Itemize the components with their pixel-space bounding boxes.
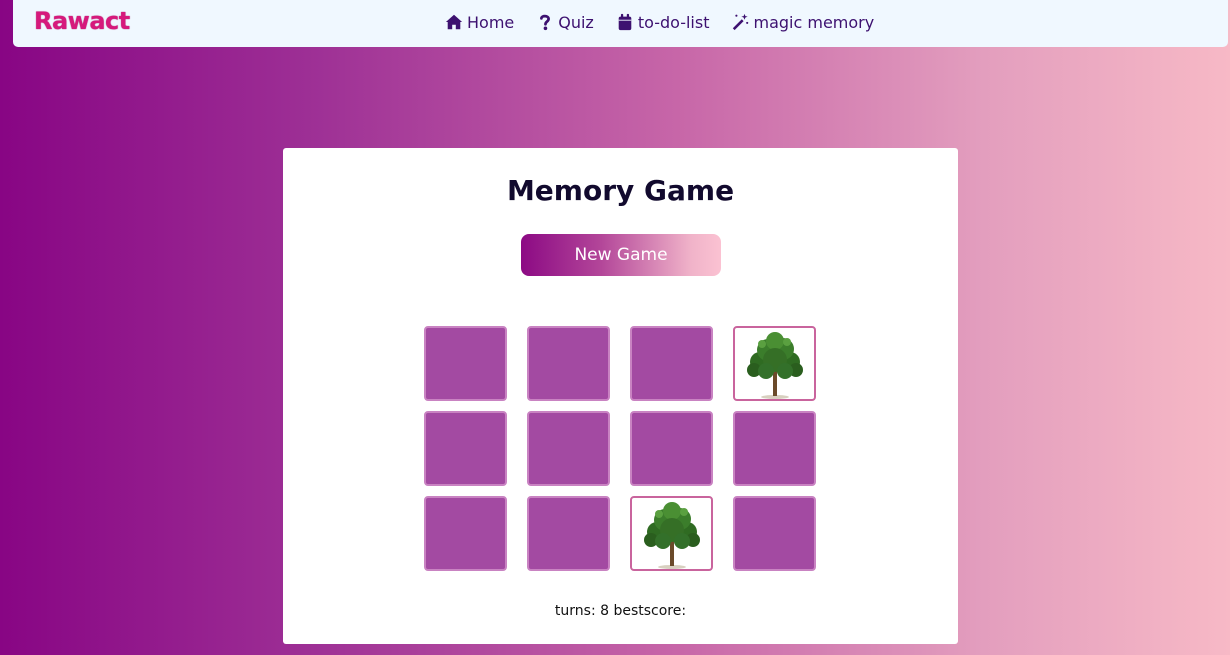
memory-card[interactable] (527, 326, 610, 401)
memory-card[interactable] (630, 411, 713, 486)
memory-card[interactable] (630, 326, 713, 401)
tree-icon (747, 332, 803, 399)
memory-game-card: Memory Game New Game turns: 8 bestscore: (283, 148, 958, 644)
nav-link-quiz[interactable]: Quiz (536, 10, 594, 34)
page-title: Memory Game (506, 174, 735, 207)
memory-card[interactable] (424, 411, 507, 486)
calendar-icon (616, 13, 634, 31)
score-status: turns: 8 bestscore: (554, 603, 687, 619)
memory-card[interactable] (733, 496, 816, 571)
memory-card[interactable] (424, 326, 507, 401)
logo[interactable]: Rawact (34, 7, 130, 35)
nav-link-to-do-list[interactable]: to-do-list (616, 10, 710, 34)
memory-card[interactable] (527, 411, 610, 486)
nav-links: Home Quiz to-do-list magic memory (445, 10, 874, 34)
memory-card-revealed[interactable] (630, 496, 713, 571)
magic-wand-icon (731, 13, 749, 31)
nav-link-label: magic memory (753, 12, 875, 32)
nav-link-magic-memory[interactable]: magic memory (731, 10, 874, 34)
card-grid (424, 326, 818, 571)
question-icon (536, 13, 554, 31)
new-game-button[interactable]: New Game (521, 234, 721, 276)
memory-card[interactable] (733, 411, 816, 486)
nav-link-label: to-do-list (637, 12, 710, 32)
memory-card-revealed[interactable] (733, 326, 816, 401)
navbar: Rawact Home Quiz to-do-list magic memory (13, 0, 1228, 47)
nav-link-home[interactable]: Home (445, 10, 514, 34)
nav-link-label: Home (467, 12, 515, 32)
home-icon (445, 13, 463, 31)
memory-card[interactable] (424, 496, 507, 571)
tree-icon (644, 502, 700, 569)
memory-card[interactable] (527, 496, 610, 571)
nav-link-label: Quiz (558, 12, 594, 32)
